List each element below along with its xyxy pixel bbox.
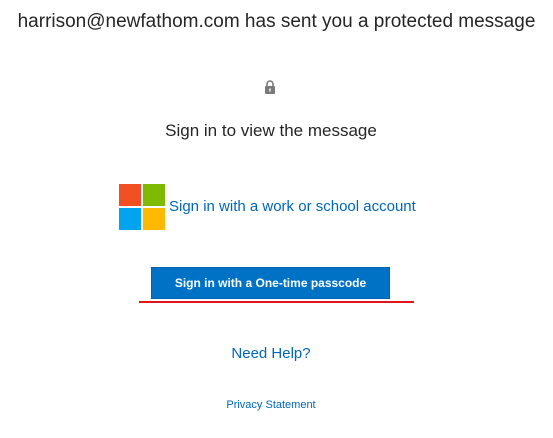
one-time-passcode-button[interactable]: Sign in with a One-time passcode [151,267,390,299]
need-help-link[interactable]: Need Help? [0,345,542,362]
work-account-signin-label[interactable]: Sign in with a work or school account [169,198,416,215]
sign-in-title: Sign in to view the message [165,121,377,140]
logo-square-yellow [143,207,165,230]
logo-square-blue [119,207,141,230]
sender-message-heading: harrison@newfathom.com has sent you a pr… [17,11,536,32]
work-account-signin-link[interactable]: Sign in with a work or school account [119,183,416,230]
logo-square-red [119,183,141,206]
highlight-underline [139,301,414,303]
logo-square-green [143,183,165,206]
privacy-statement-link[interactable]: Privacy Statement [0,399,542,411]
lock-icon [265,80,275,94]
microsoft-logo-icon [119,183,165,230]
